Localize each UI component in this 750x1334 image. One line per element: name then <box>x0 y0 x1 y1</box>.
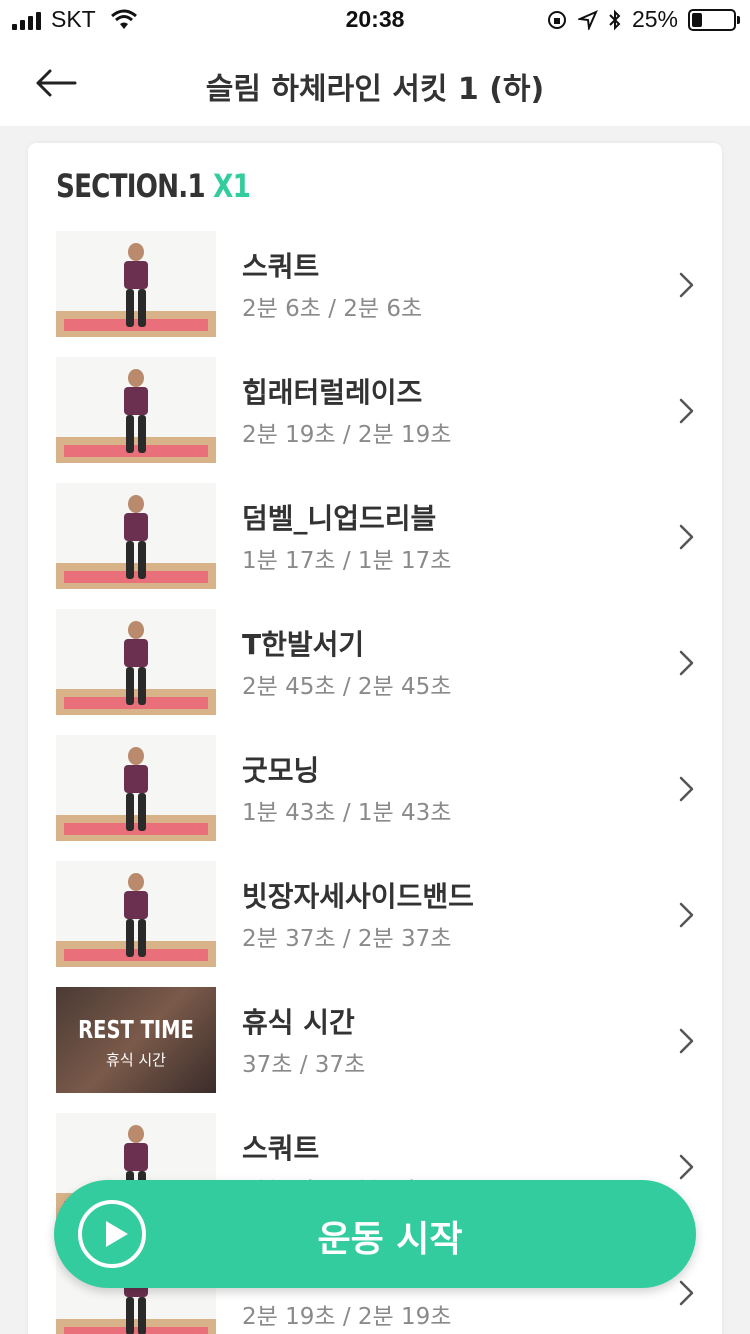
exercise-row[interactable]: 스쿼트 2분 6초 / 2분 6초 <box>56 231 696 337</box>
exercise-thumbnail <box>56 231 216 337</box>
battery-fill <box>692 12 702 27</box>
exercise-name: 빗장자세사이드밴드 <box>242 880 474 913</box>
exercise-row[interactable]: 힙래터럴레이즈 2분 19초 / 2분 19초 <box>56 357 696 463</box>
exercise-duration: 37초 / 37초 <box>242 1052 366 1078</box>
exercise-row[interactable]: 굿모닝 1분 43초 / 1분 43초 <box>56 735 696 841</box>
section-header: SECTION.1 X1 <box>56 167 251 205</box>
orientation-lock-icon <box>547 10 566 29</box>
chevron-right-icon <box>679 1154 694 1180</box>
bluetooth-icon <box>609 9 621 30</box>
battery-icon <box>688 8 740 31</box>
exercise-thumbnail <box>56 609 216 715</box>
exercise-name: 힙래터럴레이즈 <box>242 376 423 409</box>
start-workout-button[interactable]: 운동 시작 <box>54 1180 696 1288</box>
location-icon <box>577 9 598 30</box>
exercise-name: 휴식 시간 <box>242 1006 355 1039</box>
chevron-right-icon <box>679 272 694 298</box>
status-right: 25% <box>546 6 740 33</box>
section-repeat: X1 <box>213 167 251 205</box>
exercise-duration: 2분 6초 / 2분 6초 <box>242 296 423 322</box>
chevron-right-icon <box>679 902 694 928</box>
exercise-row[interactable]: REST TIME 휴식 시간 휴식 시간 37초 / 37초 <box>56 987 696 1093</box>
page-title: 슬림 하체라인 서킷 1 (하) <box>205 72 545 107</box>
exercise-row[interactable]: T한발서기 2분 45초 / 2분 45초 <box>56 609 696 715</box>
rest-thumb-title: REST TIME <box>78 1015 194 1044</box>
exercise-name: 덤벨_니업드리블 <box>242 502 437 535</box>
exercise-name: 굿모닝 <box>242 754 320 787</box>
exercise-duration: 2분 19초 / 2분 19초 <box>242 422 452 448</box>
exercise-thumbnail <box>56 357 216 463</box>
exercise-duration: 1분 17초 / 1분 17초 <box>242 548 452 574</box>
exercise-duration: 1분 43초 / 1분 43초 <box>242 800 452 826</box>
chevron-right-icon <box>679 398 694 424</box>
exercise-duration: 2분 19초 / 2분 19초 <box>242 1304 452 1330</box>
exercise-duration: 2분 45초 / 2분 45초 <box>242 674 452 700</box>
exercise-thumbnail <box>56 483 216 589</box>
section-label: SECTION.1 <box>56 167 206 205</box>
chevron-right-icon <box>679 1028 694 1054</box>
exercise-name: 스쿼트 <box>242 1132 320 1165</box>
chevron-right-icon <box>679 524 694 550</box>
exercise-name: T한발서기 <box>242 628 365 661</box>
exercise-name: 스쿼트 <box>242 250 320 283</box>
exercise-thumbnail <box>56 735 216 841</box>
exercise-card: SECTION.1 X1 스쿼트 2분 6초 / 2분 6초힙래터럴레이즈 2분 1… <box>28 143 722 1334</box>
nav-bar: 슬림 하체라인 서킷 1 (하) <box>0 40 750 126</box>
exercise-thumbnail <box>56 861 216 967</box>
battery-percent: 25% <box>631 6 678 32</box>
chevron-right-icon <box>679 650 694 676</box>
start-button-label: 운동 시작 <box>317 1219 463 1260</box>
status-bar: SKT 20:38 25% <box>0 0 750 40</box>
exercise-row[interactable]: 빗장자세사이드밴드 2분 37초 / 2분 37초 <box>56 861 696 967</box>
chevron-right-icon <box>679 776 694 802</box>
exercise-row[interactable]: 덤벨_니업드리블 1분 17초 / 1분 17초 <box>56 483 696 589</box>
exercise-thumbnail: REST TIME 휴식 시간 <box>56 987 216 1093</box>
rest-thumb-subtitle: 휴식 시간 <box>106 1051 166 1069</box>
exercise-duration: 2분 37초 / 2분 37초 <box>242 926 452 952</box>
chevron-right-icon <box>679 1280 694 1306</box>
